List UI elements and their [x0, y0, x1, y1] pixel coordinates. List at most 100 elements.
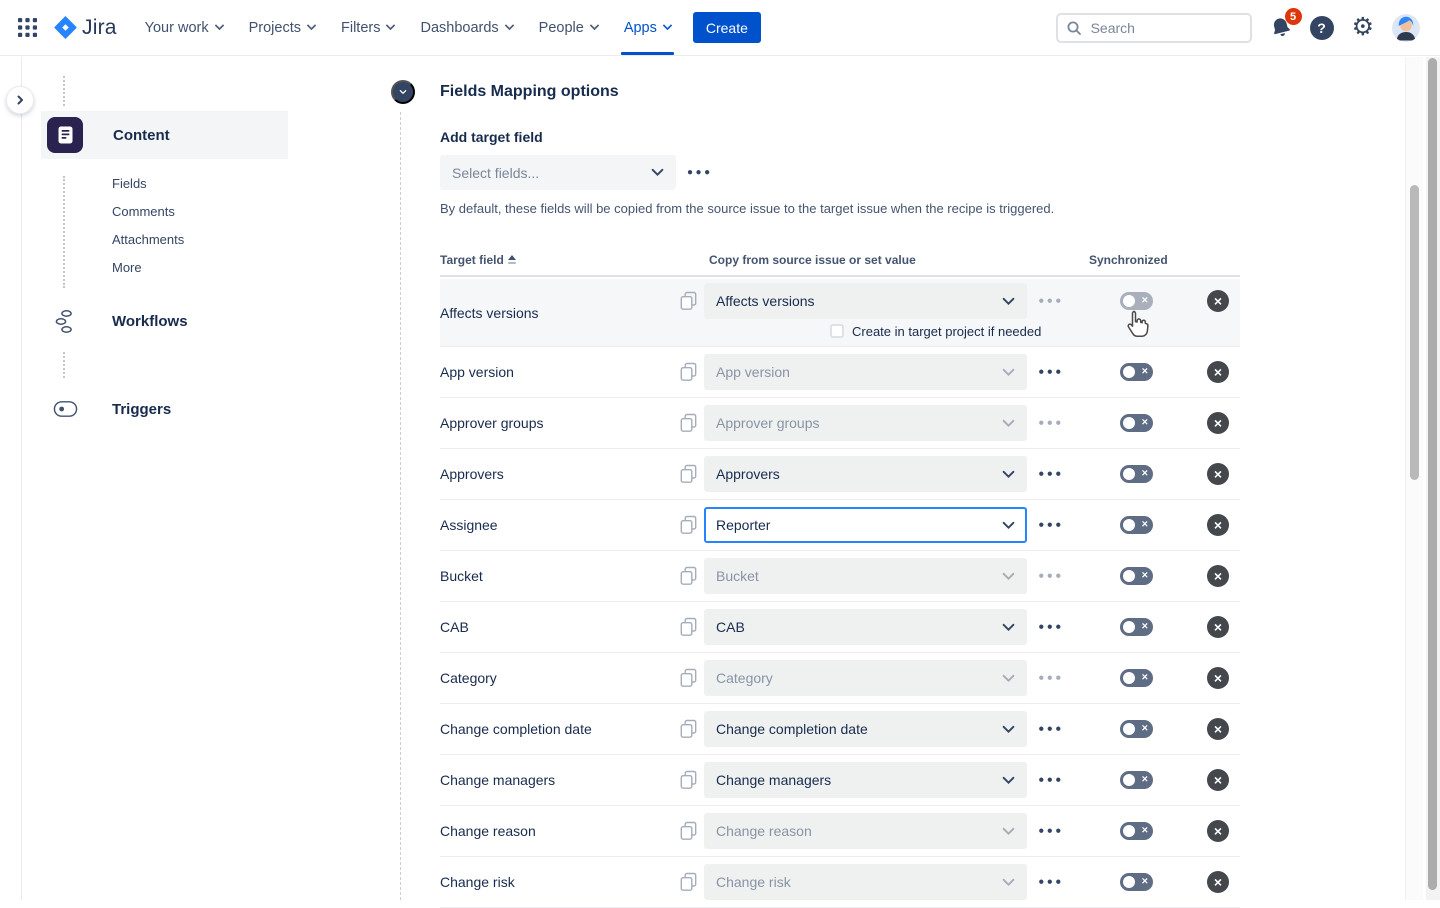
copy-icon[interactable] — [680, 873, 697, 892]
create-button[interactable]: Create — [693, 12, 761, 43]
copy-icon[interactable] — [680, 720, 697, 739]
table-row: Change managers Change managers ●●● × × — [440, 755, 1240, 806]
nav-item-apps[interactable]: Apps — [624, 0, 671, 56]
synchronized-toggle[interactable]: × — [1120, 771, 1153, 789]
value-select[interactable]: App version — [704, 354, 1027, 390]
row-more-options-button[interactable]: ●●● — [1036, 724, 1066, 735]
sidebar-subitem-attachments[interactable]: Attachments — [112, 226, 184, 254]
remove-field-button[interactable]: × — [1207, 667, 1229, 689]
remove-field-button[interactable]: × — [1207, 290, 1229, 312]
synchronized-toggle[interactable]: × — [1120, 567, 1153, 585]
sidebar-subitem-more[interactable]: More — [112, 254, 142, 282]
connector-dotted-line — [63, 176, 65, 288]
value-select[interactable]: CAB — [704, 609, 1027, 645]
copy-icon[interactable] — [680, 363, 697, 382]
target-field-label: Change reason — [440, 823, 536, 839]
nav-item-people[interactable]: People — [539, 0, 598, 56]
row-more-options-button[interactable]: ●●● — [1036, 571, 1066, 582]
synchronized-toggle[interactable]: × — [1120, 873, 1153, 891]
jira-logo[interactable]: Jira — [54, 16, 117, 40]
row-more-options-button[interactable]: ●●● — [1036, 877, 1066, 888]
chevron-down-icon — [1002, 623, 1015, 632]
create-in-target-checkbox[interactable] — [830, 324, 844, 338]
synchronized-toggle[interactable]: × — [1120, 414, 1153, 432]
synchronized-toggle[interactable]: × — [1120, 516, 1153, 534]
remove-field-button[interactable]: × — [1207, 769, 1229, 791]
row-more-options-button[interactable]: ●●● — [1036, 469, 1066, 480]
synchronized-toggle[interactable]: × — [1120, 292, 1153, 310]
row-more-options-button[interactable]: ●●● — [1036, 296, 1066, 307]
synchronized-toggle[interactable]: × — [1120, 618, 1153, 636]
primary-nav: Your work Projects Filters Dashboards Pe… — [145, 0, 671, 56]
settings-gear-icon[interactable]: ⚙ — [1352, 15, 1374, 40]
chevron-down-icon — [589, 20, 599, 30]
search-box[interactable] — [1056, 13, 1252, 43]
select-fields-dropdown[interactable]: Select fields... — [440, 155, 676, 190]
row-more-options-button[interactable]: ●●● — [1036, 418, 1066, 429]
section-collapse-button[interactable] — [391, 80, 415, 104]
synchronized-toggle[interactable]: × — [1120, 720, 1153, 738]
remove-field-button[interactable]: × — [1207, 412, 1229, 434]
value-select[interactable]: Approver groups — [704, 405, 1027, 441]
value-select[interactable]: Reporter — [704, 507, 1027, 543]
row-more-options-button[interactable]: ●●● — [1036, 826, 1066, 837]
column-header-target-field[interactable]: Target field — [440, 253, 516, 267]
remove-field-button[interactable]: × — [1207, 718, 1229, 740]
mapping-description: By default, these fields will be copied … — [440, 201, 1054, 216]
remove-field-button[interactable]: × — [1207, 871, 1229, 893]
row-more-options-button[interactable]: ●●● — [1036, 673, 1066, 684]
row-more-options-button[interactable]: ●●● — [1036, 622, 1066, 633]
sidebar-item-triggers[interactable]: Triggers — [112, 401, 171, 418]
row-more-options-button[interactable]: ●●● — [1036, 775, 1066, 786]
sidebar-subitem-fields[interactable]: Fields — [112, 170, 147, 198]
notifications-button[interactable]: 5 — [1270, 16, 1292, 39]
nav-item-your-work[interactable]: Your work — [145, 0, 223, 56]
add-field-more-options-button[interactable]: ●●● — [687, 167, 713, 178]
value-select-text: Change completion date — [716, 721, 868, 737]
copy-icon[interactable] — [680, 669, 697, 688]
copy-icon[interactable] — [680, 618, 697, 637]
remove-field-button[interactable]: × — [1207, 463, 1229, 485]
synchronized-toggle[interactable]: × — [1120, 465, 1153, 483]
copy-icon[interactable] — [680, 292, 697, 311]
value-select[interactable]: Bucket — [704, 558, 1027, 594]
sidebar-item-workflows[interactable]: Workflows — [112, 313, 188, 330]
nav-item-filters[interactable]: Filters — [341, 0, 394, 56]
synchronized-toggle[interactable]: × — [1120, 822, 1153, 840]
remove-field-button[interactable]: × — [1207, 361, 1229, 383]
value-select[interactable]: Affects versions — [704, 283, 1027, 319]
value-select[interactable]: Change reason — [704, 813, 1027, 849]
row-more-options-button[interactable]: ●●● — [1036, 520, 1066, 531]
copy-icon[interactable] — [680, 516, 697, 535]
window-scrollbar-thumb[interactable] — [1428, 58, 1437, 890]
app-switcher-icon[interactable] — [18, 18, 37, 37]
copy-icon[interactable] — [680, 414, 697, 433]
remove-field-button[interactable]: × — [1207, 616, 1229, 638]
value-select[interactable]: Approvers — [704, 456, 1027, 492]
avatar[interactable] — [1392, 14, 1420, 42]
row-more-options-button[interactable]: ●●● — [1036, 367, 1066, 378]
sidebar-expand-button[interactable] — [6, 86, 34, 114]
sidebar-subitem-comments[interactable]: Comments — [112, 198, 175, 226]
copy-icon[interactable] — [680, 465, 697, 484]
synchronized-toggle[interactable]: × — [1120, 669, 1153, 687]
nav-item-dashboards[interactable]: Dashboards — [420, 0, 512, 56]
value-select[interactable]: Change managers — [704, 762, 1027, 798]
help-icon[interactable]: ? — [1310, 16, 1334, 40]
remove-field-button[interactable]: × — [1207, 565, 1229, 587]
nav-right-cluster: 5 ? ⚙ — [1056, 13, 1440, 43]
synchronized-toggle[interactable]: × — [1120, 363, 1153, 381]
remove-field-button[interactable]: × — [1207, 820, 1229, 842]
value-select[interactable]: Change risk — [704, 864, 1027, 900]
remove-field-button[interactable]: × — [1207, 514, 1229, 536]
value-select[interactable]: Change completion date — [704, 711, 1027, 747]
copy-icon[interactable] — [680, 771, 697, 790]
value-select[interactable]: Category — [704, 660, 1027, 696]
nav-item-projects[interactable]: Projects — [249, 0, 315, 56]
content-scrollbar-thumb[interactable] — [1410, 185, 1419, 480]
chevron-down-icon — [214, 20, 224, 30]
search-input[interactable] — [1089, 19, 1241, 37]
copy-icon[interactable] — [680, 822, 697, 841]
copy-icon[interactable] — [680, 567, 697, 586]
sidebar-item-content[interactable]: Content — [41, 111, 288, 159]
